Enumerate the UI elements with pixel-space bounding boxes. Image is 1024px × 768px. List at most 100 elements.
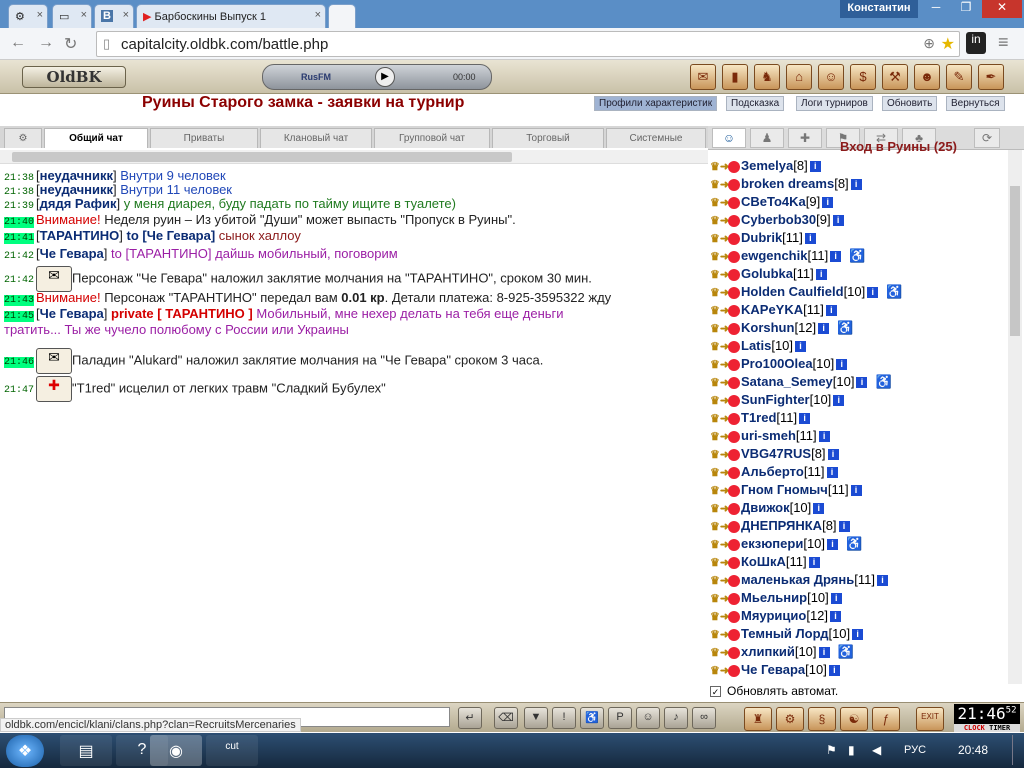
auto-update-toggle[interactable]: ✓ Обновлять автомат. <box>710 684 1010 702</box>
clock-label[interactable]: CLOCK <box>964 724 985 732</box>
invite-icon[interactable]: ♛➜ <box>710 214 729 227</box>
player-name[interactable]: Holden Caulfield <box>741 284 844 299</box>
player-name[interactable]: Мяурицио <box>741 608 806 623</box>
player-name[interactable]: Гном Гномыч <box>741 482 828 497</box>
player-name[interactable]: Альберто <box>741 464 804 479</box>
erase-icon[interactable]: ⌫ <box>494 707 518 729</box>
player-name[interactable]: uri-smeh <box>741 428 796 443</box>
invite-icon[interactable]: ♛➜ <box>710 340 729 353</box>
language-indicator[interactable]: РУС <box>904 744 926 756</box>
info-icon[interactable]: i <box>833 395 845 407</box>
message-time[interactable]: 21:42 <box>4 251 34 262</box>
browser-tab-youtube[interactable]: ▶ Барбоскины Выпуск 1 × <box>136 4 326 28</box>
invite-icon[interactable]: ♛➜ <box>710 484 729 497</box>
browser-tab-page[interactable]: ▭ × <box>52 4 92 28</box>
info-icon[interactable]: i <box>838 521 850 533</box>
info-icon[interactable]: i <box>850 485 862 497</box>
refresh-list-icon[interactable]: ⟳ <box>974 128 1000 148</box>
info-icon[interactable]: i <box>825 305 837 317</box>
refresh-button[interactable]: Обновить <box>882 96 938 111</box>
bank-icon[interactable]: ⌂ <box>786 64 812 90</box>
message-time[interactable]: 21:42 <box>4 275 34 286</box>
smile-icon[interactable]: ☺ <box>636 707 660 729</box>
invite-icon[interactable]: ♛➜ <box>710 196 729 209</box>
info-icon[interactable]: i <box>808 557 820 569</box>
invite-icon[interactable]: ♛➜ <box>710 520 729 533</box>
translit-icon[interactable]: Р <box>608 707 632 729</box>
invite-icon[interactable]: ♛➜ <box>710 466 729 479</box>
explorer-icon[interactable]: ▤ <box>60 735 112 766</box>
player-name[interactable]: Темный Лорд <box>741 626 828 641</box>
invite-icon[interactable]: ♛➜ <box>710 232 729 245</box>
player-name[interactable]: Dubrik <box>741 230 782 245</box>
invite-icon[interactable]: ♛➜ <box>710 412 729 425</box>
invite-icon[interactable]: ♛➜ <box>710 646 729 659</box>
invite-icon[interactable]: ♛➜ <box>710 322 729 335</box>
system-clock[interactable]: 20:48 <box>958 743 988 757</box>
volume-icon[interactable]: ◀ <box>872 743 881 757</box>
chat-nick[interactable]: дядя Рафик <box>40 196 117 211</box>
info-icon[interactable]: i <box>813 503 825 515</box>
player-name[interactable]: CBeTo4Ka <box>741 194 806 209</box>
close-icon[interactable]: × <box>315 9 321 21</box>
player-name[interactable]: Pro100Olea <box>741 356 813 371</box>
return-button[interactable]: Вернуться <box>946 96 1005 111</box>
invite-icon[interactable]: ♛➜ <box>710 610 729 623</box>
invite-icon[interactable]: ♛➜ <box>710 556 729 569</box>
tab-trade-chat[interactable]: Торговый <box>492 128 604 148</box>
gears-icon[interactable]: ⚙ <box>776 707 804 731</box>
info-icon[interactable]: i <box>827 539 839 551</box>
info-icon[interactable]: i <box>818 647 830 659</box>
close-icon[interactable]: × <box>37 9 43 21</box>
maximize-icon[interactable]: ❐ <box>952 0 980 18</box>
invite-icon[interactable]: ♛➜ <box>710 304 729 317</box>
walk-icon[interactable]: ♿ <box>580 707 604 729</box>
tournament-logs-button[interactable]: Логи турниров <box>796 96 873 111</box>
info-icon[interactable]: i <box>856 377 868 389</box>
player-name[interactable]: T1red <box>741 410 776 425</box>
tab-group-chat[interactable]: Групповой чат <box>374 128 490 148</box>
show-desktop-button[interactable] <box>1012 735 1022 765</box>
zoom-icon[interactable]: ⊕ <box>923 35 935 52</box>
player-name[interactable]: маленькая Дрянь <box>741 572 854 587</box>
clan-icon[interactable]: ♞ <box>754 64 780 90</box>
info-icon[interactable]: i <box>830 251 842 263</box>
tape-icon[interactable]: ∞ <box>692 707 716 729</box>
chat-nick[interactable]: Че Гевара <box>147 228 211 243</box>
invite-icon[interactable]: ♛➜ <box>710 160 729 173</box>
player-name[interactable]: ДНЕПРЯНКА <box>741 518 822 533</box>
info-icon[interactable]: i <box>826 467 838 479</box>
invite-icon[interactable]: ♛➜ <box>710 376 729 389</box>
timer-label[interactable]: TIMER <box>989 724 1010 732</box>
player-name[interactable]: broken dreams <box>741 176 834 191</box>
player-name[interactable]: Движок <box>741 500 790 515</box>
extension-icon[interactable]: in <box>966 32 986 54</box>
profile-name[interactable]: Константин <box>840 0 918 18</box>
scroll-thumb[interactable] <box>12 152 512 162</box>
info-icon[interactable]: i <box>827 449 839 461</box>
player-name[interactable]: ewgenchik <box>741 248 807 263</box>
invite-icon[interactable]: ♛➜ <box>710 628 729 641</box>
invite-icon[interactable]: ♛➜ <box>710 538 729 551</box>
info-icon[interactable]: i <box>804 233 816 245</box>
tab-people-icon[interactable]: ♟ <box>750 128 784 148</box>
info-icon[interactable]: i <box>815 269 827 281</box>
message-time[interactable]: 21:43 <box>4 295 35 306</box>
menu-icon[interactable]: ≡ <box>998 32 1009 53</box>
address-bar[interactable]: ▯ capitalcity.oldbk.com/battle.php ⊕ ★ <box>96 31 960 57</box>
stats-icon[interactable]: ▮ <box>722 64 748 90</box>
chat-nick[interactable]: неудачникк <box>40 182 113 197</box>
profile-icon[interactable]: ☻ <box>914 64 940 90</box>
info-icon[interactable]: i <box>867 287 879 299</box>
invite-icon[interactable]: ♛➜ <box>710 430 729 443</box>
info-icon[interactable]: i <box>822 197 834 209</box>
chat-nick[interactable]: неудачникк <box>40 168 113 183</box>
browser-tab-new[interactable] <box>328 4 356 28</box>
app-icon[interactable]: cut <box>206 735 258 766</box>
message-time[interactable]: 21:47 <box>4 385 34 396</box>
chrome-icon[interactable]: ◉ <box>150 735 202 766</box>
invite-icon[interactable]: ♛➜ <box>710 394 729 407</box>
close-window-icon[interactable]: ✕ <box>982 0 1022 18</box>
message-time[interactable]: 21:41 <box>4 233 35 244</box>
player-name[interactable]: SunFighter <box>741 392 810 407</box>
